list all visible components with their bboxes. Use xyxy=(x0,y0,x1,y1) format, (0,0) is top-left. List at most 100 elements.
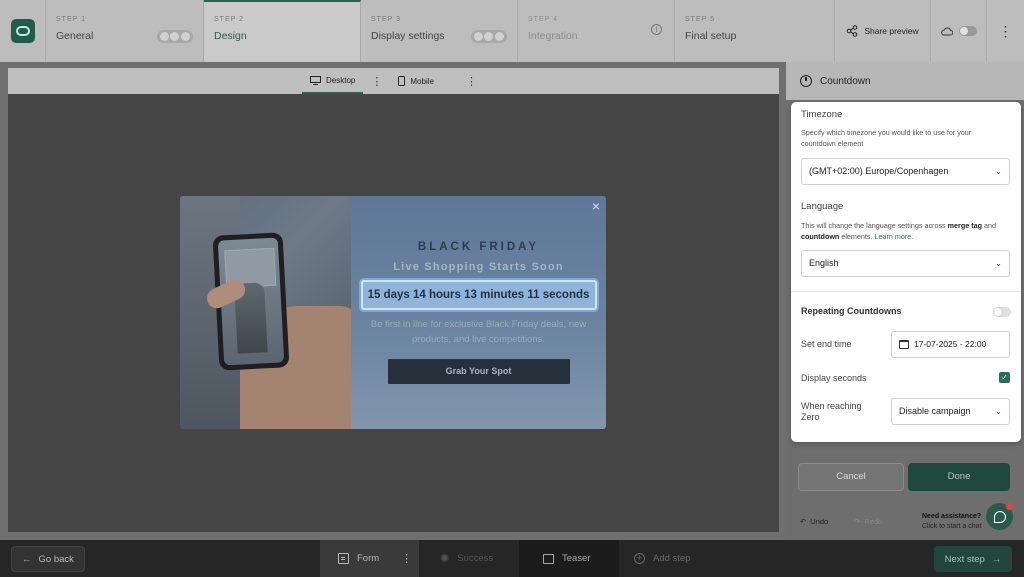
step-label: STEP 5 xyxy=(685,16,715,23)
step-label: STEP 4 xyxy=(528,16,558,23)
display-seconds-checkbox[interactable]: ✓ xyxy=(999,372,1010,383)
go-back-label: Go back xyxy=(38,553,74,565)
progress-dots-icon xyxy=(157,30,193,43)
chat-button[interactable] xyxy=(986,503,1013,530)
countdown-settings-card: Timezone Specify which timezone you woul… xyxy=(791,102,1021,442)
display-seconds-label: Display seconds xyxy=(801,373,867,383)
step-display-settings[interactable]: STEP 3 Display settings xyxy=(361,0,518,62)
panel-header: Countdown xyxy=(786,62,1024,100)
repeating-countdowns-label: Repeating Countdowns xyxy=(801,306,902,316)
timezone-title: Timezone xyxy=(801,109,843,120)
next-step-button[interactable]: Next step → xyxy=(934,546,1012,572)
popup-title[interactable]: BLACK FRIDAY xyxy=(351,241,606,253)
language-desc: This will change the language settings a… xyxy=(801,221,996,241)
top-header: STEP 1 General STEP 2 Design STEP 3 Disp… xyxy=(0,0,1024,62)
popup-subtitle[interactable]: Live Shopping Starts Soon xyxy=(351,261,606,273)
redo-label: Redo xyxy=(864,517,883,526)
step-name: Design xyxy=(214,30,247,42)
popup-content: × BLACK FRIDAY Live Shopping Starts Soon… xyxy=(351,196,606,429)
done-button[interactable]: Done xyxy=(908,463,1010,491)
step-label: STEP 2 xyxy=(214,16,244,23)
teaser-label: Teaser xyxy=(562,553,591,564)
close-icon[interactable]: × xyxy=(592,198,600,214)
undo-button[interactable]: ↶ Undo xyxy=(800,517,828,526)
info-icon[interactable]: i xyxy=(651,24,662,35)
timezone-select[interactable]: (GMT+02:00) Europe/Copenhagen ⌄ xyxy=(801,158,1010,185)
teaser-icon xyxy=(543,553,554,564)
end-time-label: Set end time xyxy=(801,339,852,349)
step-design[interactable]: STEP 2 Design xyxy=(204,0,361,62)
learn-more-link[interactable]: Learn more. xyxy=(874,232,913,241)
chevron-down-icon: ⌄ xyxy=(995,167,1002,176)
notification-dot xyxy=(1006,503,1013,510)
autosave-toggle[interactable] xyxy=(930,0,986,62)
cloud-icon xyxy=(940,26,953,35)
tab-teaser[interactable]: Teaser xyxy=(519,540,619,577)
form-label: Form xyxy=(357,553,380,564)
device-switcher: Desktop ⋮ Mobile ⋮ xyxy=(8,68,779,94)
toggle-switch[interactable] xyxy=(958,26,977,36)
add-step-button[interactable]: + Add step xyxy=(620,540,730,577)
mobile-tab[interactable]: Mobile xyxy=(390,68,442,94)
redo-button[interactable]: ↷ Redo xyxy=(854,517,882,526)
arrow-left-icon: ← xyxy=(22,553,32,565)
step-general[interactable]: STEP 1 General xyxy=(46,0,204,62)
mobile-icon xyxy=(398,76,406,86)
end-time-value: 17-07-2025 - 22:00 xyxy=(914,339,987,349)
countdown-element[interactable]: 15 days 14 hours 13 minutes 11 seconds xyxy=(360,280,597,310)
undo-label: Undo xyxy=(810,517,829,526)
plus-icon: + xyxy=(634,553,645,564)
success-label: Success xyxy=(457,553,494,564)
timezone-desc: Specify which timezone you would like to… xyxy=(801,128,972,148)
reaching-zero-select[interactable]: Disable campaign ⌄ xyxy=(891,398,1010,425)
chevron-down-icon: ⌄ xyxy=(995,259,1002,268)
step-final-setup[interactable]: STEP 5 Final setup xyxy=(675,0,825,62)
chevron-down-icon: ⌄ xyxy=(995,407,1002,416)
mobile-options-icon[interactable]: ⋮ xyxy=(458,75,485,88)
grab-your-spot-button[interactable]: Grab Your Spot xyxy=(387,359,570,384)
desktop-tab[interactable]: Desktop xyxy=(302,68,364,94)
step-name: Integration xyxy=(528,30,578,42)
step-name: Final setup xyxy=(685,30,737,42)
popup-description[interactable]: Be first in line for exclusive Black Fri… xyxy=(369,317,589,347)
campaign-popup[interactable]: × BLACK FRIDAY Live Shopping Starts Soon… xyxy=(180,196,606,429)
more-options-icon[interactable]: ⋮ xyxy=(986,0,1024,62)
language-select[interactable]: English ⌄ xyxy=(801,250,1010,277)
assist-sub: Click to start a chat xyxy=(922,523,982,530)
assistance-text[interactable]: Need assistance? Click to start a chat xyxy=(922,512,982,532)
tab-form[interactable]: Form ⋮ xyxy=(320,540,419,577)
step-label: STEP 1 xyxy=(56,16,86,23)
chat-icon xyxy=(993,510,1006,523)
end-time-field[interactable]: 17-07-2025 - 22:00 xyxy=(891,331,1010,358)
form-icon xyxy=(338,553,349,564)
timezone-value: (GMT+02:00) Europe/Copenhagen xyxy=(809,166,949,176)
language-title: Language xyxy=(801,201,844,212)
calendar-icon xyxy=(899,340,909,349)
divider xyxy=(791,291,1021,292)
desktop-label: Desktop xyxy=(326,75,356,85)
app-logo-icon xyxy=(10,19,35,43)
language-value: English xyxy=(809,258,839,268)
bottom-bar: ← Go back Form ⋮ ✺ Success Teaser + Add … xyxy=(0,540,1024,577)
go-back-button[interactable]: ← Go back xyxy=(11,546,85,572)
form-options-icon[interactable]: ⋮ xyxy=(401,552,412,565)
preview-canvas: × BLACK FRIDAY Live Shopping Starts Soon… xyxy=(8,94,779,532)
desktop-options-icon[interactable]: ⋮ xyxy=(363,75,390,88)
cancel-button[interactable]: Cancel xyxy=(798,463,904,491)
popup-image[interactable] xyxy=(180,196,351,429)
tab-success[interactable]: ✺ Success xyxy=(420,540,518,577)
share-label: Share preview xyxy=(864,26,919,36)
reaching-zero-label: When reaching Zero xyxy=(801,401,862,422)
success-icon: ✺ xyxy=(440,553,450,565)
step-integration[interactable]: STEP 4 Integration i xyxy=(518,0,675,62)
share-preview-button[interactable]: Share preview xyxy=(834,0,930,62)
arrow-right-icon: → xyxy=(991,553,1002,565)
add-step-label: Add step xyxy=(653,553,691,564)
settings-panel: Countdown Timezone Specify which timezon… xyxy=(786,62,1024,540)
share-icon xyxy=(847,25,858,37)
mobile-label: Mobile xyxy=(410,76,434,86)
repeating-countdowns-toggle[interactable] xyxy=(993,307,1011,317)
desktop-icon xyxy=(310,75,322,85)
next-step-label: Next step xyxy=(944,553,985,565)
logo-box[interactable] xyxy=(0,0,46,62)
